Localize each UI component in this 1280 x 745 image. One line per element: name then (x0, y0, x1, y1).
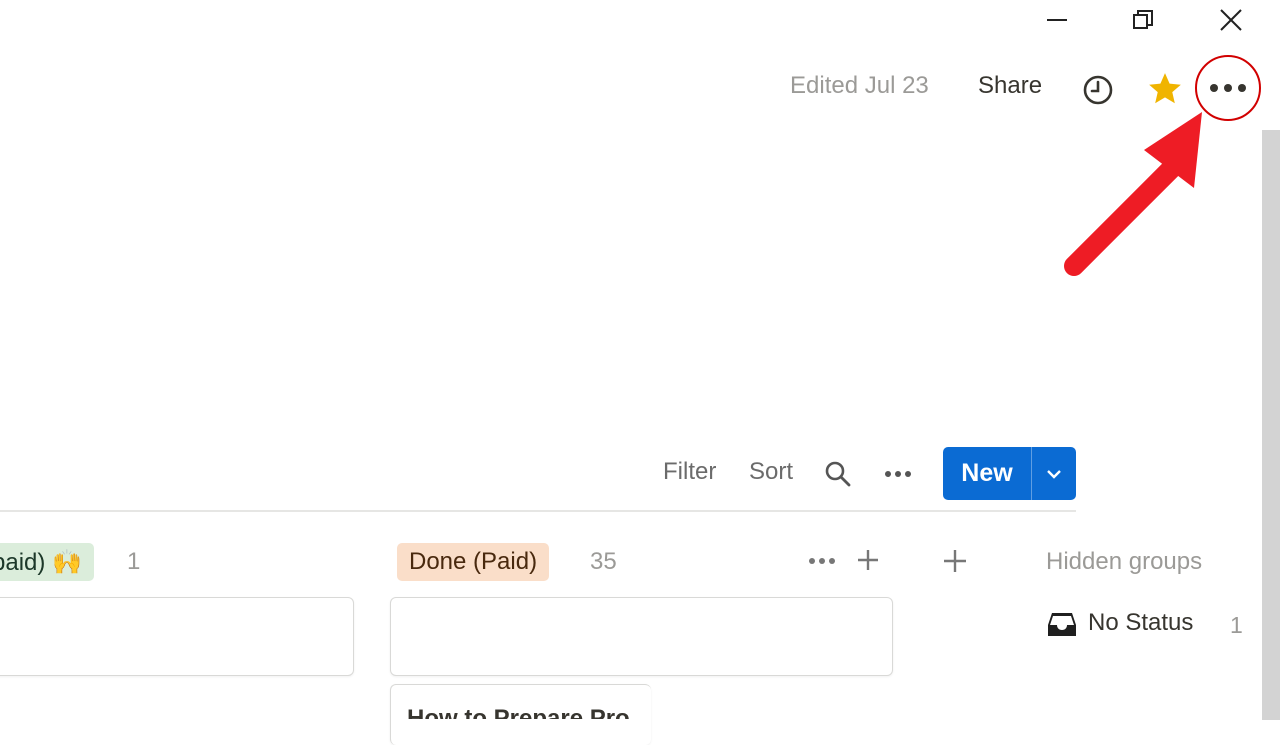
group-count-done-paid: 35 (590, 548, 617, 575)
filter-button[interactable]: Filter (663, 458, 716, 486)
add-group-button[interactable] (940, 546, 970, 576)
pointer-arrow-shaft (1064, 158, 1182, 276)
hidden-group-no-status[interactable]: No Status (1088, 609, 1193, 637)
close-window-button[interactable] (1201, 0, 1261, 40)
plus-icon (858, 550, 878, 570)
sort-button[interactable]: Sort (749, 458, 793, 486)
board-card[interactable] (390, 597, 893, 676)
last-edited-text[interactable]: Edited Jul 23 (790, 72, 929, 100)
search-icon (825, 461, 851, 487)
plus-icon (944, 550, 966, 572)
more-horizontal-icon (885, 471, 911, 477)
new-dropdown-button[interactable] (1032, 447, 1076, 500)
highlight-circle (1195, 55, 1261, 121)
toolbar-divider (0, 510, 1076, 512)
new-button-group: New (943, 447, 1076, 500)
chevron-down-icon (1047, 469, 1061, 479)
hidden-group-count: 1 (1230, 612, 1243, 638)
inbox-icon (1048, 613, 1076, 636)
group-more-button[interactable] (806, 550, 838, 572)
scrollbar[interactable] (1262, 130, 1280, 720)
group-count-paid: 1 (127, 548, 141, 575)
restore-button[interactable] (1113, 0, 1173, 40)
share-button[interactable]: Share (978, 72, 1042, 100)
board-card[interactable] (0, 597, 354, 676)
group-tag-done-paid[interactable]: Done (Paid) (397, 543, 550, 581)
minimize-button[interactable] (1027, 0, 1087, 40)
no-status-icon-wrap (1046, 609, 1078, 639)
hidden-groups-label: Hidden groups (1046, 548, 1203, 575)
restore-icon (1133, 10, 1153, 29)
view-more-button[interactable] (880, 462, 916, 486)
search-button[interactable] (820, 456, 856, 492)
more-horizontal-icon (809, 558, 835, 564)
minimize-icon (1047, 19, 1067, 21)
group-tag-paid[interactable]: paid) 🙌 (0, 543, 94, 581)
close-icon (1220, 9, 1242, 31)
annotation-overlay (1064, 55, 1261, 276)
new-button[interactable]: New (943, 447, 1031, 500)
group-add-button[interactable] (854, 546, 882, 574)
